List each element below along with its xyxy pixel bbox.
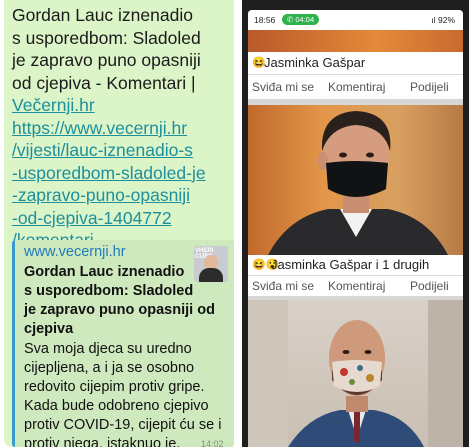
phone-screen: 18:56 ✆ 04:04 ıl 92% 😆 Jasminka Gašpar S… xyxy=(248,10,463,447)
comment-button[interactable]: Komentiraj xyxy=(328,80,385,94)
phone-screenshot[interactable]: 18:56 ✆ 04:04 ıl 92% 😆 Jasminka Gašpar S… xyxy=(242,0,469,447)
preview-desc-line: redovito cijepim protiv gripe. xyxy=(24,379,205,395)
message-link[interactable]: /vijesti/lauc-iznenadio-s xyxy=(12,139,234,162)
link-preview-card[interactable]: www.vecernji.hr VHERI CIJEP Gordan Lauc … xyxy=(12,240,234,447)
battery-status: ıl 92% xyxy=(431,15,455,25)
call-duration: 04:04 xyxy=(295,15,315,24)
man-patterned-mask-illustration xyxy=(248,300,463,447)
preview-title-line: je zapravo puno opasniji od xyxy=(24,302,215,318)
reactions-text: Jasminka Gašpar xyxy=(264,55,366,70)
preview-desc-line: cijepljena, a i ja se osobno xyxy=(24,360,195,376)
message-link[interactable]: -usporedbom-sladoled-je xyxy=(12,162,234,185)
preview-title-line: cjepiva xyxy=(24,321,74,337)
reactions-row[interactable]: 😆😮 Jasminka Gašpar i 1 drugih xyxy=(248,256,463,274)
post-photo-top[interactable] xyxy=(248,30,463,52)
like-button[interactable]: Sviđa mi se xyxy=(252,80,314,94)
share-button[interactable]: Podijeli xyxy=(410,80,449,94)
comment-button[interactable]: Komentiraj xyxy=(328,279,385,293)
reactions-row[interactable]: 😆 Jasminka Gašpar xyxy=(248,54,463,72)
message-link[interactable]: https://www.vecernji.hr xyxy=(12,117,234,140)
message-line: Gordan Lauc iznenadio xyxy=(12,5,193,25)
message-link[interactable]: Večernji.hr xyxy=(12,94,234,117)
message-link[interactable]: -od-cjepiva-1404772 xyxy=(12,207,234,230)
preview-desc-line: Kada bude odobreno cjepivo xyxy=(24,398,209,414)
post-actions: Sviđa mi se Komentiraj Podijeli xyxy=(248,275,463,297)
call-indicator: ✆ 04:04 xyxy=(282,14,320,25)
reactions-text: Jasminka Gašpar i 1 drugih xyxy=(271,257,430,272)
message-bubble[interactable]: Gordan Lauc iznenadio s usporedbom: Slad… xyxy=(4,0,234,447)
divider xyxy=(248,74,463,75)
status-time: 18:56 xyxy=(254,15,276,25)
preview-title: Gordan Lauc iznenadio s usporedbom: Slad… xyxy=(24,263,224,339)
preview-description: Sva moja djeca su uredno cijepljena, a i… xyxy=(24,340,236,447)
message-line: od cjepiva - Komentari | xyxy=(12,72,196,93)
like-button[interactable]: Sviđa mi se xyxy=(252,279,314,293)
status-bar: 18:56 ✆ 04:04 ıl 92% xyxy=(248,10,463,30)
message-line: je zapravo puno opasniji xyxy=(12,50,201,70)
post-photo-man-black-mask[interactable] xyxy=(248,105,463,255)
preview-host: www.vecernji.hr xyxy=(24,244,126,260)
preview-title-line: s usporedbom: Sladoled xyxy=(24,283,194,299)
message-timestamp: 14:02 xyxy=(201,439,224,447)
post-photo-man-patterned-mask[interactable] xyxy=(248,300,463,447)
chat-panel: Gordan Lauc iznenadio s usporedbom: Slad… xyxy=(0,0,240,447)
message-line: s usporedbom: Sladoled xyxy=(12,27,201,48)
post-actions: Sviđa mi se Komentiraj Podijeli xyxy=(248,76,463,98)
preview-title-line: Gordan Lauc iznenadio xyxy=(24,264,185,280)
message-text: Gordan Lauc iznenadio s usporedbom: Slad… xyxy=(12,4,234,252)
preview-desc-line: protiv COVID-19, cijepit ću se i xyxy=(24,417,222,433)
message-link[interactable]: -zapravo-puno-opasniji xyxy=(12,184,234,207)
share-button[interactable]: Podijeli xyxy=(410,279,449,293)
preview-desc-line: Sva moja djeca su uredno xyxy=(24,341,192,357)
man-black-mask-illustration xyxy=(268,111,448,255)
